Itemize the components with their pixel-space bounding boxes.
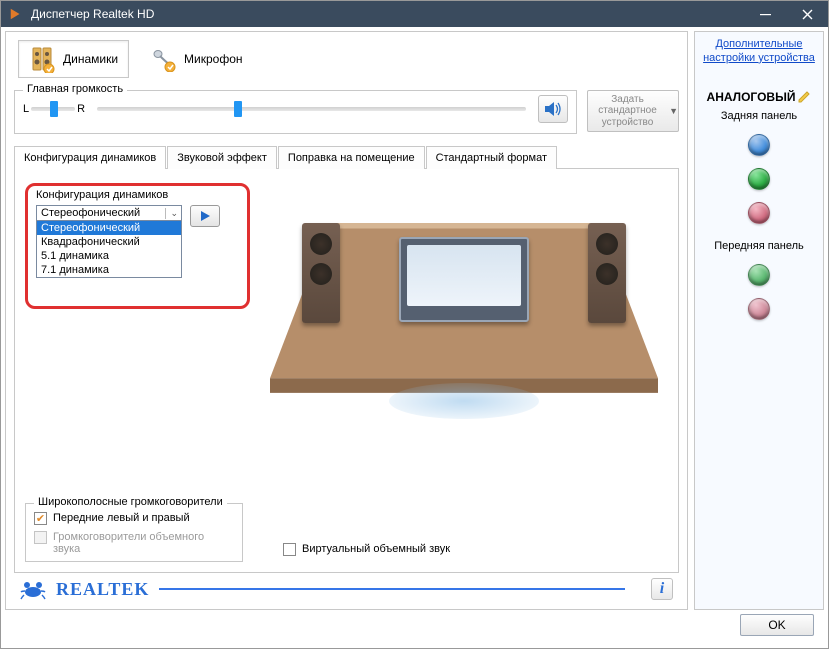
realtek-crab-icon bbox=[20, 577, 46, 601]
set-default-label: Задать стандартное устройство bbox=[588, 94, 667, 129]
microphone-icon bbox=[150, 45, 178, 73]
minimize-button[interactable] bbox=[744, 1, 786, 27]
virtual-surround-checkbox[interactable]: Виртуальный объемный звук bbox=[283, 543, 450, 556]
set-default-device-button[interactable]: Задать стандартное устройство▼ bbox=[587, 90, 679, 132]
volume-row: Главная громкость L R bbox=[14, 90, 679, 134]
combo-list: Стереофонический Квадрафонический 5.1 ди… bbox=[37, 220, 181, 277]
brand-name: REALTEK bbox=[56, 579, 149, 600]
test-play-button[interactable] bbox=[190, 205, 220, 227]
virtual-surround-label: Виртуальный объемный звук bbox=[302, 543, 450, 555]
checkbox-icon: ✔ bbox=[34, 512, 47, 525]
advanced-settings-link[interactable]: Дополнительные настройки устройства bbox=[701, 38, 817, 66]
main-pane: Динамики Микрофон bbox=[5, 31, 688, 610]
tv-graphic bbox=[399, 237, 529, 322]
surround-speakers-checkbox: Громкоговорители объемного звука bbox=[34, 531, 234, 555]
combo-option[interactable]: 5.1 динамика bbox=[37, 249, 181, 263]
device-tab-speakers-label: Динамики bbox=[63, 52, 118, 66]
speaker-config-highlight: Конфигурация динамиков Стереофонический … bbox=[25, 183, 250, 309]
jack-mic[interactable] bbox=[748, 202, 770, 224]
wideband-group: Широкополосные громкоговорители ✔ Передн… bbox=[25, 503, 243, 562]
rear-panel-label: Задняя панель bbox=[721, 110, 797, 122]
balance-l-label: L bbox=[23, 103, 29, 115]
jack-line-in[interactable] bbox=[748, 134, 770, 156]
mute-button[interactable] bbox=[538, 95, 568, 123]
edit-icon[interactable] bbox=[797, 90, 811, 104]
front-panel-label: Передняя панель bbox=[714, 240, 804, 252]
device-tab-microphone-label: Микрофон bbox=[184, 52, 242, 66]
jack-front-out[interactable] bbox=[748, 264, 770, 286]
tab-page: Конфигурация динамиков Стереофонический … bbox=[14, 169, 679, 573]
left-speaker-graphic[interactable] bbox=[302, 223, 340, 323]
footer-row: OK bbox=[5, 610, 824, 644]
front-speakers-checkbox[interactable]: ✔ Передние левый и правый bbox=[34, 512, 234, 525]
combo-option[interactable]: Квадрафонический bbox=[37, 235, 181, 249]
front-speakers-label: Передние левый и правый bbox=[53, 512, 190, 524]
side-panel: Дополнительные настройки устройства АНАЛ… bbox=[694, 31, 824, 610]
jack-line-out[interactable] bbox=[748, 168, 770, 190]
window-title: Диспетчер Realtek HD bbox=[31, 7, 744, 21]
titlebar: Диспетчер Realtek HD bbox=[1, 1, 828, 27]
speaker-config-combo[interactable]: Стереофонический ⌄ Стереофонический Квад… bbox=[36, 205, 182, 278]
combo-value: Стереофонический bbox=[41, 207, 140, 219]
tab-default-format[interactable]: Стандартный формат bbox=[426, 146, 557, 169]
volume-slider[interactable] bbox=[97, 107, 526, 111]
checkbox-icon bbox=[283, 543, 296, 556]
balance-control[interactable]: L R bbox=[23, 103, 85, 115]
tab-sound-effect[interactable]: Звуковой эффект bbox=[167, 146, 277, 169]
checkbox-icon bbox=[34, 531, 47, 544]
info-button[interactable]: i bbox=[651, 578, 673, 600]
speaker-config-title: Конфигурация динамиков bbox=[36, 189, 239, 201]
jack-front-mic[interactable] bbox=[748, 298, 770, 320]
tab-speaker-config[interactable]: Конфигурация динамиков bbox=[14, 146, 166, 169]
device-tabs: Динамики Микрофон bbox=[14, 38, 679, 84]
brand-line bbox=[159, 588, 625, 590]
main-volume-group: Главная громкость L R bbox=[14, 90, 577, 134]
client-area: Динамики Микрофон bbox=[1, 27, 828, 648]
analog-heading: АНАЛОГОВЫЙ bbox=[707, 90, 796, 104]
app-window: Диспетчер Realtek HD bbox=[0, 0, 829, 649]
right-speaker-graphic[interactable] bbox=[588, 223, 626, 323]
brand-row: REALTEK i bbox=[14, 573, 679, 605]
inner-tab-row: Конфигурация динамиков Звуковой эффект П… bbox=[14, 146, 679, 169]
chevron-down-icon: ⌄ bbox=[165, 208, 178, 219]
tab-room-correction[interactable]: Поправка на помещение bbox=[278, 146, 425, 169]
close-button[interactable] bbox=[786, 1, 828, 27]
device-tab-speakers[interactable]: Динамики bbox=[18, 40, 129, 78]
app-icon bbox=[7, 5, 25, 23]
volume-group-label: Главная громкость bbox=[23, 83, 127, 95]
combo-option[interactable]: 7.1 динамика bbox=[37, 263, 181, 277]
balance-r-label: R bbox=[77, 103, 85, 115]
surround-speakers-label: Громкоговорители объемного звука bbox=[53, 531, 234, 555]
chevron-down-icon: ▼ bbox=[669, 106, 678, 116]
wideband-title: Широкополосные громкоговорители bbox=[34, 496, 227, 508]
device-tab-microphone[interactable]: Микрофон bbox=[139, 40, 253, 78]
speakers-icon bbox=[29, 45, 57, 73]
combo-option[interactable]: Стереофонический bbox=[37, 221, 181, 235]
ok-button[interactable]: OK bbox=[740, 614, 814, 636]
listener-glow bbox=[389, 383, 539, 419]
